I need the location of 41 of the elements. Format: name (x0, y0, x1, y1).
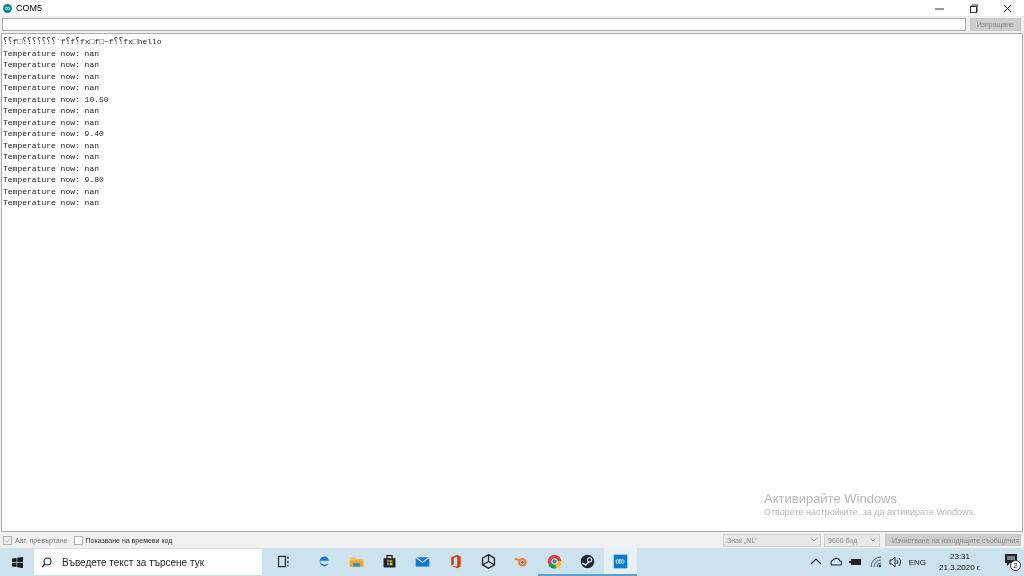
search-field[interactable]: Въведете текст за търсене тук (34, 549, 262, 575)
wifi-button[interactable] (868, 555, 882, 569)
activation-title: Активирайте Windows (764, 493, 897, 505)
output-line: Temperature now: 10.50 (3, 93, 109, 105)
output-line: Temperature now: nan (3, 47, 99, 59)
windows-logo-icon (11, 556, 23, 568)
circle-logo-icon (546, 552, 563, 570)
output-line: Temperature now: 9.40 (3, 128, 104, 140)
cloud-icon (828, 555, 842, 569)
output-line: Temperature now: nan (3, 151, 99, 163)
wifi-icon (868, 555, 882, 569)
window-title: COM5 (16, 3, 43, 13)
app-icon (3, 3, 12, 13)
clock-date: 21.3.2020 г. (939, 562, 981, 573)
chevron-down-icon (811, 538, 817, 542)
output-line: Temperature now: nan (3, 185, 99, 197)
output-line: Temperature now: nan (3, 70, 99, 82)
output-line: Temperature now: 9.80 (3, 174, 104, 186)
cloud-button[interactable] (828, 555, 842, 569)
clock-time: 23:31 (950, 551, 970, 562)
language-indicator[interactable]: ENG (908, 557, 926, 567)
checkbox[interactable] (73, 535, 83, 545)
output-line: Temperature now: nan (3, 105, 99, 117)
close-icon (1002, 3, 1012, 13)
output-line: Temperature now: nan (3, 139, 99, 151)
shopping-bag-icon (381, 552, 398, 570)
output-line: Temperature now: nan (3, 197, 99, 209)
output-line: ⸮⸮f□⸮⸮⸮⸮⸮⸮⸮`f⸮f⸮fx□f□~f⸮⸮fx□hello (3, 36, 162, 48)
output-line: Temperature now: nan (3, 82, 99, 94)
activation-text: Отворете настройките, за да активирате Windows. (764, 506, 976, 518)
piston-logo-icon (579, 552, 596, 570)
cube-logo-icon (480, 552, 497, 570)
output-line: Temperature now: nan (3, 116, 99, 128)
infinity-icon (612, 552, 629, 570)
output-line: Temperature now: nan (3, 162, 99, 174)
output-line: Temperature now: nan (3, 59, 99, 71)
restore-icon (968, 3, 978, 13)
speaker-icon (888, 555, 902, 569)
chevron-down-icon (870, 538, 876, 542)
speaker-button[interactable] (888, 555, 902, 569)
send-field[interactable] (2, 18, 966, 31)
